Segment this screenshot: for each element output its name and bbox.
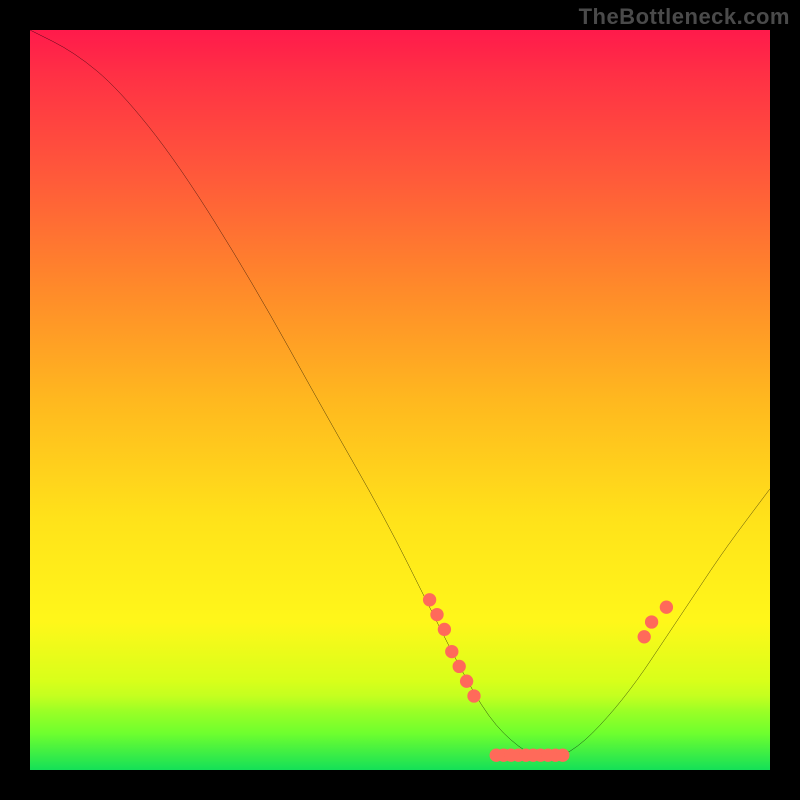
chart-frame: TheBottleneck.com bbox=[0, 0, 800, 800]
watermark-text: TheBottleneck.com bbox=[579, 4, 790, 30]
marker-dot bbox=[445, 645, 458, 658]
highlighted-points bbox=[423, 593, 673, 762]
marker-dot bbox=[660, 601, 673, 614]
marker-dot bbox=[638, 630, 651, 643]
bottleneck-curve bbox=[30, 30, 770, 759]
marker-dot bbox=[423, 593, 436, 606]
marker-dot bbox=[430, 608, 443, 621]
marker-dot bbox=[556, 749, 569, 762]
marker-dot bbox=[460, 675, 473, 688]
marker-dot bbox=[438, 623, 451, 636]
curve-svg bbox=[30, 30, 770, 770]
plot-area bbox=[30, 30, 770, 770]
marker-dot bbox=[467, 689, 480, 702]
marker-dot bbox=[453, 660, 466, 673]
marker-dot bbox=[645, 615, 658, 628]
